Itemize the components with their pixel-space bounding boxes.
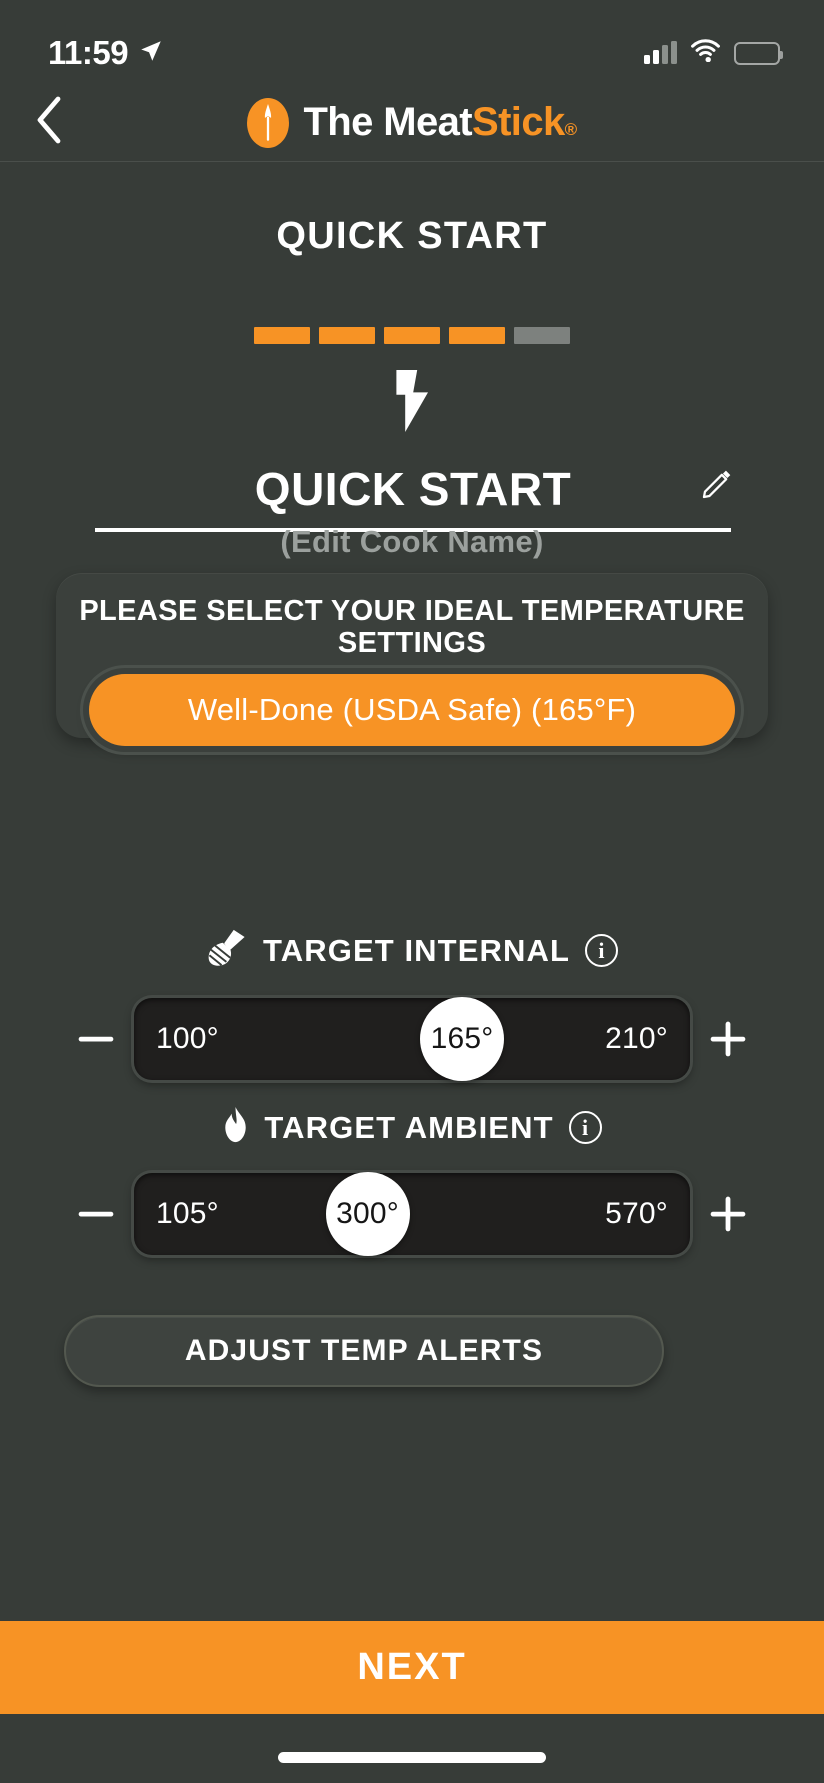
cellular-signal-icon [644,41,677,64]
step-segment-1 [254,327,310,344]
brand-accent: Stick [472,100,565,144]
step-progress [0,327,824,344]
target-internal-label: TARGET INTERNAL [263,932,570,968]
target-internal-section: TARGET INTERNAL i 100° 210° 165° [0,928,824,1081]
target-ambient-section: TARGET AMBIENT i 105° 570° 300° [0,1107,824,1256]
cook-name-value: QUICK START [254,463,572,515]
doneness-select-button[interactable]: Well-Done (USDA Safe) (165°F) [89,674,735,746]
target-internal-max: 210° [605,1022,668,1055]
target-ambient-label: TARGET AMBIENT [264,1109,554,1145]
location-arrow-icon [138,34,164,72]
flame-icon [222,1107,249,1148]
step-segment-4 [449,327,505,344]
chevron-left-icon [34,96,64,149]
doneness-card: PLEASE SELECT YOUR IDEAL TEMPERATURE SET… [56,573,768,746]
target-internal-slider-row: 100° 210° 165° [0,997,824,1081]
brand-registered: ® [564,120,578,139]
target-internal-thumb[interactable]: 165° [420,997,505,1081]
target-internal-decrement-button[interactable] [58,1001,134,1077]
status-time-group: 11:59 [48,34,164,72]
back-button[interactable] [22,96,76,150]
doneness-card-title: PLEASE SELECT YOUR IDEAL TEMPERATURE SET… [79,595,745,660]
info-circle-icon[interactable]: i [584,934,618,967]
adjust-temp-alerts-button[interactable]: ADJUST TEMP ALERTS [64,1315,664,1387]
step-segment-3 [384,327,440,344]
target-ambient-min: 105° [156,1197,219,1230]
step-segment-2 [319,327,375,344]
wifi-icon [690,39,721,67]
page-title: QUICK START [276,215,548,257]
nav-bar: The MeatStick® [0,84,824,162]
lightning-bolt-icon [390,370,434,437]
target-ambient-slider[interactable]: 105° 570° 300° [134,1172,690,1256]
brand-text: The MeatStick® [303,100,578,145]
target-ambient-decrement-button[interactable] [58,1176,134,1252]
brand-primary: The Meat [303,100,472,144]
step-segment-5 [514,327,570,344]
target-ambient-header: TARGET AMBIENT i [0,1107,824,1148]
pencil-edit-icon[interactable] [697,464,737,504]
target-ambient-max: 570° [605,1197,668,1230]
target-internal-increment-button[interactable] [690,1001,766,1077]
target-ambient-increment-button[interactable] [690,1176,766,1252]
app-screen: 11:59 The MeatStick® QUICK START QUICK S… [0,0,824,1783]
status-time: 11:59 [48,34,129,71]
next-button[interactable]: NEXT [0,1621,824,1714]
status-indicators [644,39,783,67]
target-internal-header: TARGET INTERNAL i [0,928,824,973]
target-ambient-thumb[interactable]: 300° [325,1172,410,1256]
status-bar: 11:59 [0,0,824,84]
target-ambient-slider-row: 105° 570° 300° [0,1172,824,1256]
home-indicator [278,1752,546,1763]
cook-name-hint: (Edit Cook Name) [280,524,544,559]
brand-logo: The MeatStick® [247,97,578,148]
meat-probe-icon [206,928,248,973]
target-internal-slider[interactable]: 100° 210° 165° [134,997,690,1081]
cook-name-field[interactable]: QUICK START [95,462,731,532]
cook-type-icon-wrap [0,370,824,437]
info-circle-icon[interactable]: i [568,1111,602,1144]
battery-icon [734,41,783,65]
target-internal-min: 100° [156,1022,219,1055]
meatstick-probe-logo-icon [247,97,290,148]
